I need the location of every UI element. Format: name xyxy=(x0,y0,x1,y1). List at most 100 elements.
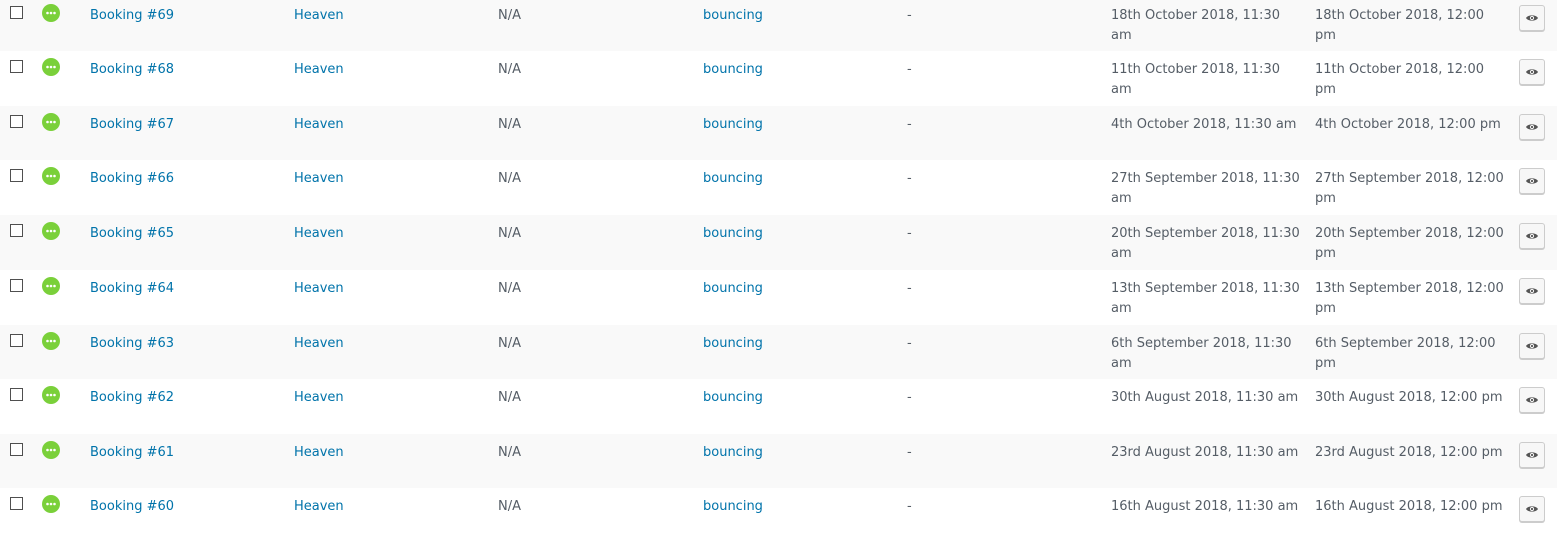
row-select-checkbox[interactable] xyxy=(10,224,23,237)
resource-value: N/A xyxy=(498,499,521,514)
product-link[interactable]: Heaven xyxy=(294,334,344,354)
booked-by-link[interactable]: bouncing xyxy=(703,497,763,517)
order-value: - xyxy=(907,226,912,241)
start-date: 27th September 2018, 11:30 am xyxy=(1111,171,1300,206)
table-row: Booking #67 Heaven N/A bouncing - 4th Oc… xyxy=(0,106,1557,161)
end-date: 30th August 2018, 12:00 pm xyxy=(1315,390,1503,405)
table-row: Booking #64 Heaven N/A bouncing - 13th S… xyxy=(0,270,1557,325)
order-value: - xyxy=(907,62,912,77)
booking-id-link[interactable]: Booking #64 xyxy=(90,279,174,299)
status-processing-icon xyxy=(42,495,60,513)
bookings-table: Booking #69 Heaven N/A bouncing - 18th O… xyxy=(0,0,1557,537)
table-row: Booking #62 Heaven N/A bouncing - 30th A… xyxy=(0,379,1557,434)
row-select-checkbox[interactable] xyxy=(10,443,23,456)
product-link[interactable]: Heaven xyxy=(294,6,344,26)
status-processing-icon xyxy=(42,113,60,131)
booking-id-link[interactable]: Booking #65 xyxy=(90,224,174,244)
row-select-checkbox[interactable] xyxy=(10,60,23,73)
product-link[interactable]: Heaven xyxy=(294,443,344,463)
product-link[interactable]: Heaven xyxy=(294,388,344,408)
ellipsis-icon xyxy=(46,448,56,452)
product-link[interactable]: Heaven xyxy=(294,224,344,244)
order-value: - xyxy=(907,390,912,405)
view-booking-button[interactable] xyxy=(1519,333,1545,359)
booked-by-link[interactable]: bouncing xyxy=(703,6,763,26)
status-processing-icon xyxy=(42,4,60,22)
product-link[interactable]: Heaven xyxy=(294,115,344,135)
row-select-checkbox[interactable] xyxy=(10,497,23,510)
start-date: 13th September 2018, 11:30 am xyxy=(1111,281,1300,316)
view-booking-button[interactable] xyxy=(1519,223,1545,249)
booking-id-link[interactable]: Booking #66 xyxy=(90,169,174,189)
resource-value: N/A xyxy=(498,226,521,241)
resource-value: N/A xyxy=(498,8,521,23)
ellipsis-icon xyxy=(46,502,56,506)
eye-icon xyxy=(1526,397,1538,403)
resource-value: N/A xyxy=(498,390,521,405)
end-date: 18th October 2018, 12:00 pm xyxy=(1315,8,1484,43)
eye-icon xyxy=(1526,343,1538,349)
resource-value: N/A xyxy=(498,336,521,351)
view-booking-button[interactable] xyxy=(1519,496,1545,522)
view-booking-button[interactable] xyxy=(1519,168,1545,194)
booked-by-link[interactable]: bouncing xyxy=(703,443,763,463)
view-booking-button[interactable] xyxy=(1519,59,1545,85)
view-booking-button[interactable] xyxy=(1519,442,1545,468)
status-processing-icon xyxy=(42,167,60,185)
view-booking-button[interactable] xyxy=(1519,114,1545,140)
eye-icon xyxy=(1526,69,1538,75)
status-processing-icon xyxy=(42,386,60,404)
status-processing-icon xyxy=(42,332,60,350)
booking-id-link[interactable]: Booking #69 xyxy=(90,6,174,26)
resource-value: N/A xyxy=(498,117,521,132)
booked-by-link[interactable]: bouncing xyxy=(703,279,763,299)
row-select-checkbox[interactable] xyxy=(10,334,23,347)
booked-by-link[interactable]: bouncing xyxy=(703,224,763,244)
eye-icon xyxy=(1526,452,1538,458)
booking-id-link[interactable]: Booking #60 xyxy=(90,497,174,517)
start-date: 6th September 2018, 11:30 am xyxy=(1111,336,1292,371)
row-select-checkbox[interactable] xyxy=(10,169,23,182)
row-select-checkbox[interactable] xyxy=(10,115,23,128)
start-date: 23rd August 2018, 11:30 am xyxy=(1111,445,1299,460)
eye-icon xyxy=(1526,124,1538,130)
product-link[interactable]: Heaven xyxy=(294,497,344,517)
resource-value: N/A xyxy=(498,62,521,77)
row-select-checkbox[interactable] xyxy=(10,279,23,292)
status-processing-icon xyxy=(42,58,60,76)
booking-id-link[interactable]: Booking #68 xyxy=(90,60,174,80)
start-date: 4th October 2018, 11:30 am xyxy=(1111,117,1297,132)
booked-by-link[interactable]: bouncing xyxy=(703,115,763,135)
ellipsis-icon xyxy=(46,393,56,397)
order-value: - xyxy=(907,171,912,186)
eye-icon xyxy=(1526,178,1538,184)
booking-id-link[interactable]: Booking #61 xyxy=(90,443,174,463)
product-link[interactable]: Heaven xyxy=(294,169,344,189)
product-link[interactable]: Heaven xyxy=(294,279,344,299)
view-booking-button[interactable] xyxy=(1519,387,1545,413)
booking-id-link[interactable]: Booking #63 xyxy=(90,334,174,354)
booked-by-link[interactable]: bouncing xyxy=(703,60,763,80)
view-booking-button[interactable] xyxy=(1519,5,1545,31)
booking-id-link[interactable]: Booking #62 xyxy=(90,388,174,408)
table-row: Booking #60 Heaven N/A bouncing - 16th A… xyxy=(0,488,1557,537)
booked-by-link[interactable]: bouncing xyxy=(703,169,763,189)
eye-icon xyxy=(1526,15,1538,21)
table-row: Booking #68 Heaven N/A bouncing - 11th O… xyxy=(0,51,1557,106)
view-booking-button[interactable] xyxy=(1519,278,1545,304)
start-date: 11th October 2018, 11:30 am xyxy=(1111,62,1280,97)
booking-id-link[interactable]: Booking #67 xyxy=(90,115,174,135)
product-link[interactable]: Heaven xyxy=(294,60,344,80)
status-processing-icon xyxy=(42,222,60,240)
booked-by-link[interactable]: bouncing xyxy=(703,388,763,408)
order-value: - xyxy=(907,499,912,514)
end-date: 27th September 2018, 12:00 pm xyxy=(1315,171,1504,206)
booked-by-link[interactable]: bouncing xyxy=(703,334,763,354)
resource-value: N/A xyxy=(498,171,521,186)
row-select-checkbox[interactable] xyxy=(10,6,23,19)
row-select-checkbox[interactable] xyxy=(10,388,23,401)
ellipsis-icon xyxy=(46,339,56,343)
end-date: 16th August 2018, 12:00 pm xyxy=(1315,499,1503,514)
order-value: - xyxy=(907,281,912,296)
table-row: Booking #66 Heaven N/A bouncing - 27th S… xyxy=(0,160,1557,215)
